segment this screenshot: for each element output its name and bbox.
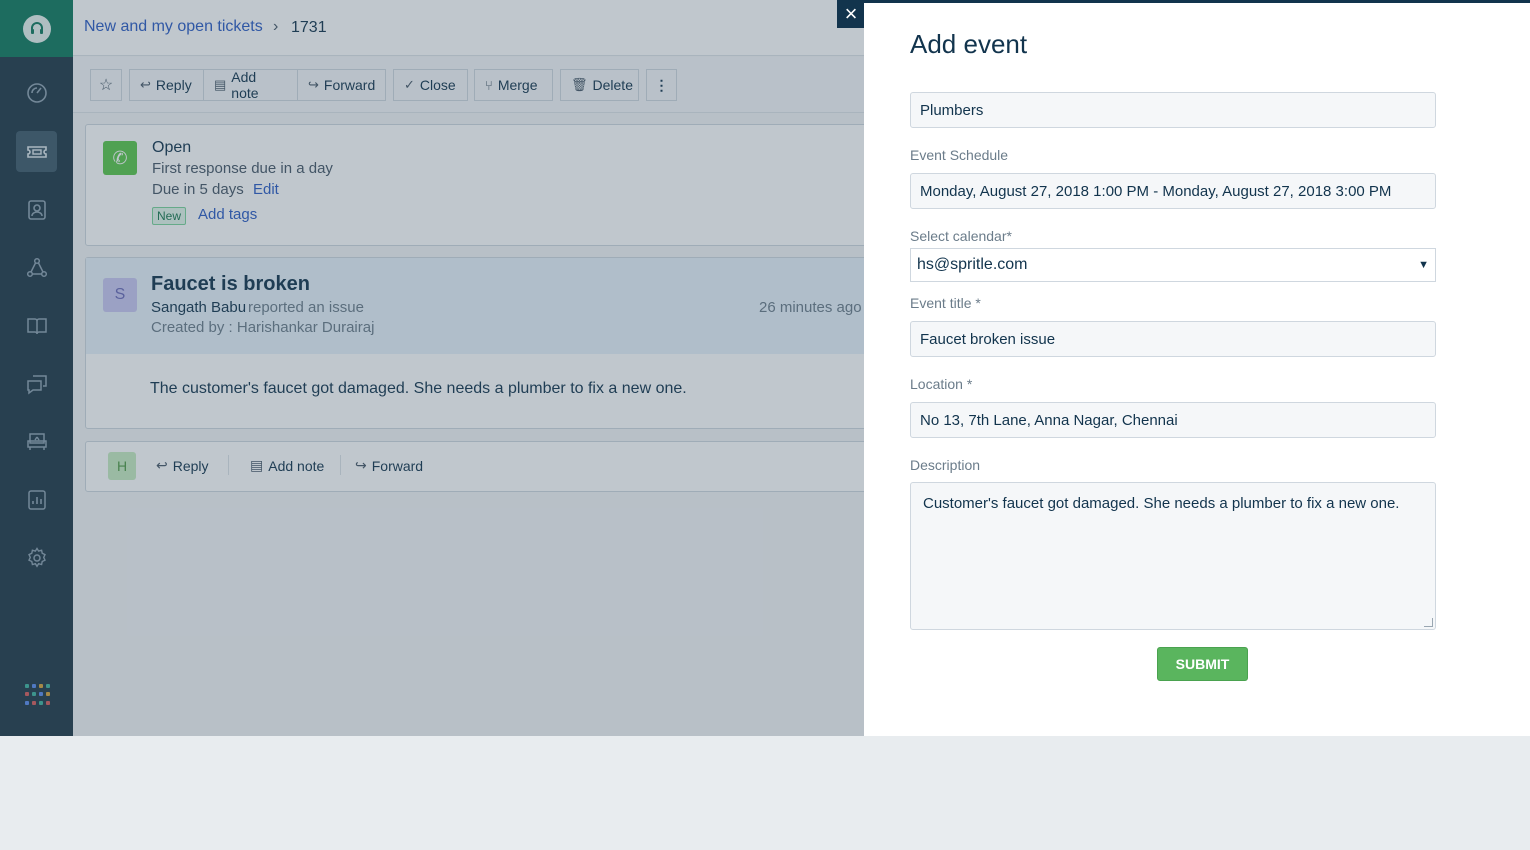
- event-title-label: Event title *: [910, 295, 981, 311]
- event-schedule-field[interactable]: Monday, August 27, 2018 1:00 PM - Monday…: [910, 173, 1436, 209]
- event-title-field[interactable]: Faucet broken issue: [910, 321, 1436, 357]
- modal-backdrop[interactable]: [0, 0, 864, 736]
- location-label: Location *: [910, 376, 973, 392]
- description-textarea[interactable]: Customer's faucet got damaged. She needs…: [910, 482, 1436, 630]
- description-text: Customer's faucet got damaged. She needs…: [923, 495, 1400, 512]
- location-field[interactable]: No 13, 7th Lane, Anna Nagar, Chennai: [910, 402, 1436, 438]
- calendar-label: Select calendar*: [910, 228, 1012, 244]
- app-window: New and my open tickets › 1731 ☆ ↩ Reply…: [0, 0, 1530, 736]
- calendar-select[interactable]: hs@spritle.com ▼: [910, 248, 1436, 282]
- close-panel-button[interactable]: ×: [837, 0, 865, 28]
- description-label: Description: [910, 457, 981, 473]
- search-input[interactable]: Plumbers: [910, 92, 1436, 128]
- caret-down-icon: ▼: [1418, 259, 1429, 271]
- add-event-panel: Add event Plumbers Event Schedule Monday…: [864, 0, 1530, 736]
- submit-button[interactable]: SUBMIT: [1157, 647, 1248, 681]
- calendar-select-value: hs@spritle.com: [917, 256, 1028, 273]
- panel-title: Add event: [910, 29, 1028, 59]
- resize-handle[interactable]: [1424, 618, 1433, 627]
- schedule-label: Event Schedule: [910, 147, 1009, 163]
